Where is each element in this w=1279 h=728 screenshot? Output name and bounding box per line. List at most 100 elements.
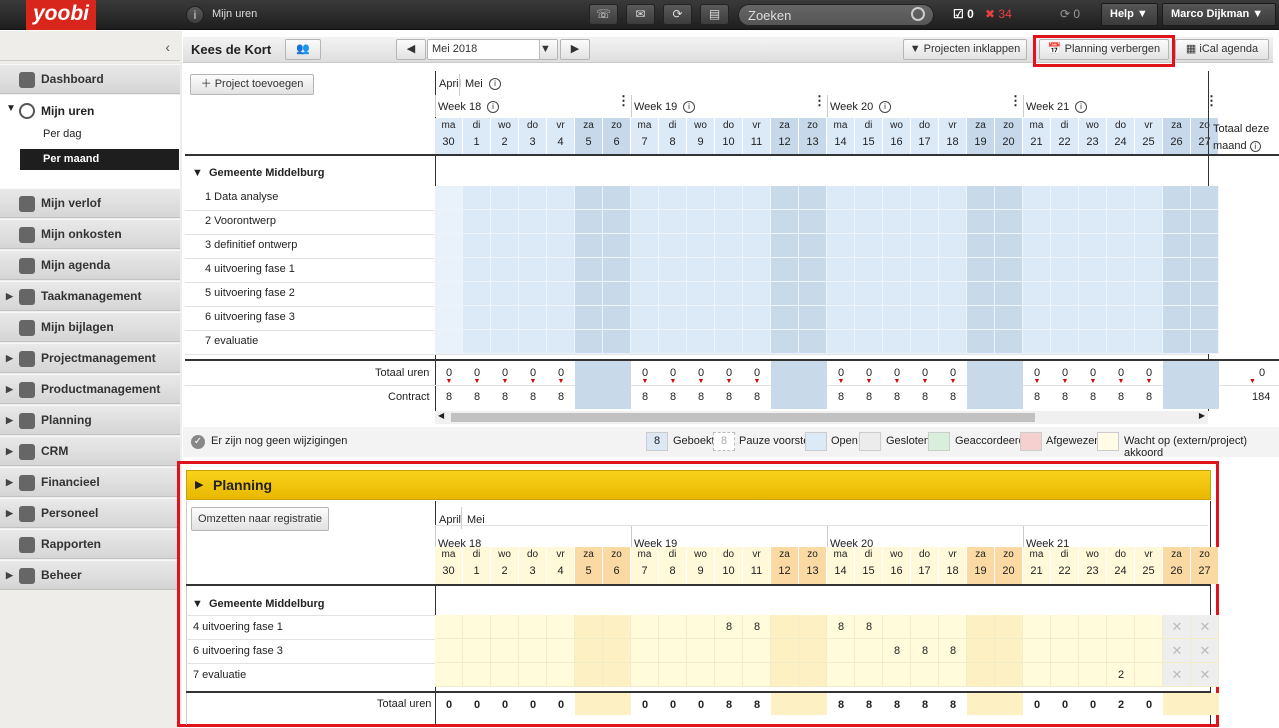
hour-cell[interactable] [1135,330,1163,354]
hour-cell[interactable] [715,258,743,282]
hour-cell[interactable] [631,282,659,306]
hour-cell[interactable] [575,306,603,330]
next-month-button[interactable]: ▶ [560,39,590,60]
hour-cell[interactable] [1079,258,1107,282]
planning-cell[interactable] [799,639,827,663]
hour-cell[interactable] [771,258,799,282]
hour-cell[interactable] [1135,282,1163,306]
hour-cell[interactable] [939,282,967,306]
hour-cell[interactable] [547,234,575,258]
planning-row-label[interactable]: 4 uitvoering fase 1 [193,621,283,633]
planning-row-label[interactable]: 7 evaluatie [193,669,246,681]
hour-cell[interactable] [435,258,463,282]
planning-cell[interactable] [995,615,1023,639]
hour-cell[interactable] [715,282,743,306]
hour-cell[interactable] [715,330,743,354]
planning-cell[interactable] [519,639,547,663]
help-button[interactable]: Help ▼ [1101,3,1158,26]
planning-cell[interactable] [1023,663,1051,687]
hour-cell[interactable] [491,282,519,306]
hour-cell[interactable] [743,330,771,354]
sidebar-item-projectmanagement[interactable]: ▶ Projectmanagement [0,343,180,373]
hour-cell[interactable] [1191,210,1219,234]
sync-icon[interactable]: ⟳ 0 [1060,7,1080,21]
hour-cell[interactable] [1079,330,1107,354]
add-project-button[interactable]: ＋ Project toevoegen [190,74,314,95]
hour-cell[interactable] [1135,258,1163,282]
hour-cell[interactable] [687,330,715,354]
hour-cell[interactable] [911,186,939,210]
hour-cell[interactable] [491,330,519,354]
hour-cell[interactable] [659,282,687,306]
hour-cell[interactable] [995,306,1023,330]
hour-cell[interactable] [1135,210,1163,234]
planning-cell[interactable] [939,663,967,687]
planning-cell[interactable] [771,639,799,663]
planning-cell[interactable] [855,663,883,687]
hour-cell[interactable] [1135,186,1163,210]
planning-cell[interactable] [799,663,827,687]
hour-cell[interactable] [715,306,743,330]
hour-cell[interactable] [855,282,883,306]
hour-cell[interactable] [995,186,1023,210]
planning-row-label[interactable]: 6 uitvoering fase 3 [193,645,283,657]
planning-cell[interactable] [631,663,659,687]
user-menu-button[interactable]: Marco Dijkman ▼ [1162,3,1276,26]
hour-cell[interactable] [1079,282,1107,306]
alerts-icon[interactable]: ✖ 34 [985,7,1012,21]
hour-cell[interactable] [799,186,827,210]
hour-cell[interactable] [659,330,687,354]
hour-cell[interactable] [967,234,995,258]
scroll-left-icon[interactable]: ◀ [438,411,444,420]
planning-cell[interactable] [575,615,603,639]
planning-cell[interactable] [855,639,883,663]
hour-cell[interactable] [519,186,547,210]
planning-cell[interactable] [1135,615,1163,639]
collapse-projects-button[interactable]: ▼ Projecten inklappen [903,39,1027,60]
hour-cell[interactable] [939,258,967,282]
hour-cell[interactable] [1191,258,1219,282]
hour-cell[interactable] [1051,258,1079,282]
planning-cell[interactable] [939,615,967,639]
hour-cell[interactable] [1023,210,1051,234]
hour-cell[interactable] [799,330,827,354]
hour-cell[interactable] [687,282,715,306]
info-icon[interactable]: i [487,101,499,113]
planning-cell[interactable] [687,663,715,687]
hour-cell[interactable] [603,282,631,306]
hour-cell[interactable] [967,306,995,330]
hour-cell[interactable] [1051,282,1079,306]
hour-cell[interactable] [519,210,547,234]
planning-cell[interactable] [603,615,631,639]
planning-cell[interactable] [1051,639,1079,663]
planning-cell[interactable] [715,639,743,663]
hour-cell[interactable] [519,282,547,306]
hour-cell[interactable] [939,210,967,234]
hour-cell[interactable] [771,234,799,258]
hour-cell[interactable] [1191,234,1219,258]
hour-cell[interactable] [883,186,911,210]
horizontal-scrollbar[interactable]: ◀ ▶ [435,411,1208,424]
hour-cell[interactable] [435,234,463,258]
hour-cell[interactable] [603,330,631,354]
hour-cell[interactable] [1135,234,1163,258]
hour-cell[interactable] [659,258,687,282]
hour-cell[interactable] [1107,210,1135,234]
hour-cell[interactable] [855,186,883,210]
hour-cell[interactable] [715,234,743,258]
hour-cell[interactable] [1079,234,1107,258]
hour-cell[interactable] [799,306,827,330]
hour-cell[interactable] [1051,186,1079,210]
planning-cell[interactable] [743,663,771,687]
planning-cell[interactable] [967,615,995,639]
planning-cell[interactable] [1079,615,1107,639]
hour-cell[interactable] [435,282,463,306]
planning-cell[interactable] [967,663,995,687]
info-icon[interactable]: i [1075,101,1087,113]
hour-cell[interactable] [911,258,939,282]
hour-cell[interactable] [855,258,883,282]
planning-cell[interactable] [603,639,631,663]
hour-cell[interactable] [827,330,855,354]
info-icon[interactable]: i [683,101,695,113]
hour-cell[interactable] [939,306,967,330]
